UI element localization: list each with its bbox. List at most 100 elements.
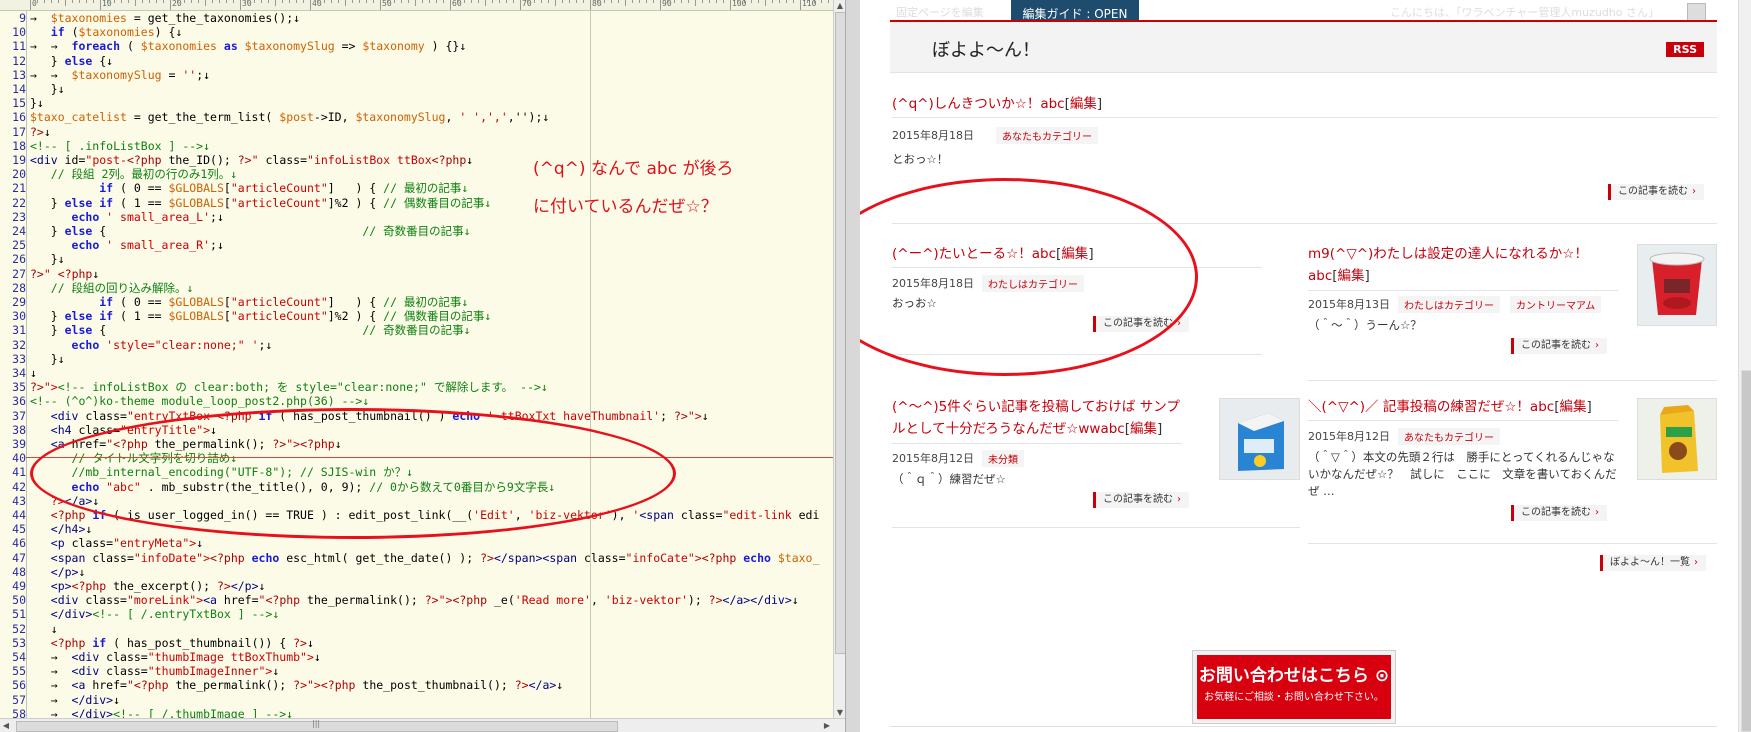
- scrollbar-thumb[interactable]: [1741, 370, 1751, 732]
- scroll-left-arrow-icon[interactable]: ◀: [0, 719, 12, 732]
- code-line[interactable]: 36 <!-- (^o^)ko-theme module_loop_post2.p…: [0, 394, 833, 408]
- code-line[interactable]: 35 ?>"><!-- infoListBox の clear:both; を s…: [0, 380, 833, 394]
- ruler-tick: [604, 0, 605, 3]
- code-line[interactable]: 47 <span class="infoDate"><?php echo esc…: [0, 551, 833, 565]
- code-line[interactable]: 30 } else if ( 1 == $GLOBALS["articleCou…: [0, 309, 833, 323]
- post-thumbnail-jelly-cup[interactable]: [1637, 244, 1717, 326]
- code-line[interactable]: 11 → → foreach ( $taxonomies as $taxonomy…: [0, 39, 833, 53]
- code-line[interactable]: 34 ↓: [0, 366, 833, 380]
- read-more-button[interactable]: この記事を読む ›: [1093, 492, 1189, 508]
- code-line[interactable]: 24 } else { // 奇数番目の記事↓: [0, 224, 833, 238]
- chevron-right-icon: ›: [1595, 507, 1599, 518]
- code-token: ,: [590, 593, 605, 608]
- category-badge[interactable]: カントリーマアム: [1510, 296, 1602, 313]
- code-line[interactable]: 28 // 段組の回り込み解除。↓: [0, 281, 833, 295]
- ruler-tick: [380, 0, 381, 10]
- view-all-link[interactable]: ぼよよ〜ん！一覧 ›: [1600, 555, 1706, 571]
- code-line[interactable]: 26 }↓: [0, 252, 833, 266]
- code-line[interactable]: 29 if ( 0 == $GLOBALS["articleCount"] ) …: [0, 295, 833, 309]
- code-line[interactable]: 50 <div class="moreLink"><a href="<?php …: [0, 593, 833, 607]
- scroll-right-arrow-icon[interactable]: ▶: [821, 719, 833, 732]
- ruler-tick: [401, 0, 402, 3]
- line-number: 39: [12, 437, 26, 451]
- code-token: ] ) {: [327, 295, 384, 309]
- ruler-tick: [576, 0, 577, 3]
- code-token: ' small_area_R': [99, 238, 211, 253]
- code-line[interactable]: 25 echo ' small_area_R';↓: [0, 238, 833, 252]
- code-area[interactable]: 9 → $taxonomies = get_the_taxonomies();↓ 1…: [0, 10, 833, 718]
- edit-link[interactable]: 編集: [1070, 96, 1097, 112]
- code-line[interactable]: 33 }↓: [0, 352, 833, 366]
- post-thumbnail-cookie-box[interactable]: [1637, 398, 1717, 480]
- scrollbar-thumb[interactable]: [835, 12, 845, 654]
- pane-splitter[interactable]: [845, 0, 861, 732]
- code-line[interactable]: 12 } else {↓: [0, 54, 833, 68]
- edit-link[interactable]: 編集: [1559, 399, 1586, 415]
- browser-vertical-scrollbar[interactable]: [1738, 0, 1751, 732]
- code-line[interactable]: 58 → </div><!-- [ /.thumbImage ] -->↓: [0, 707, 833, 718]
- ruler-tick: [779, 0, 780, 3]
- code-line[interactable]: 10 if ($taxonomies) {↓: [0, 25, 833, 39]
- category-badge[interactable]: わたしはカテゴリー: [1398, 296, 1500, 313]
- code-text: } else if ( 1 == $GLOBALS["articleCount"…: [30, 309, 492, 323]
- code-line[interactable]: 52 ↓: [0, 622, 833, 636]
- scroll-up-arrow-icon[interactable]: ▲: [834, 0, 845, 11]
- edit-page-link[interactable]: 固定ページを編集: [896, 4, 984, 20]
- ruler-tick: [135, 0, 136, 6]
- code-line[interactable]: 54 → <div class="thumbImage ttBoxThumb">…: [0, 650, 833, 664]
- code-editor-pane[interactable]: 0102030405060708090100110120 9→ $taxonom…: [0, 0, 845, 732]
- post-title-link[interactable]: (^q^)しんきついか☆！abc: [892, 96, 1065, 112]
- code-token: }↓: [30, 252, 65, 267]
- post-title-link[interactable]: ＼(^▽^)／ 記事投稿の練習だぜ☆！abc: [1308, 399, 1554, 415]
- contact-button[interactable]: お問い合わせはこちら ⊙ お気軽にご相談・お問い合わせ下さい。: [1192, 650, 1396, 724]
- category-badge[interactable]: あなたもカテゴリー: [996, 127, 1098, 144]
- code-line[interactable]: 27 ?>" <?php↓: [0, 267, 833, 281]
- category-badge[interactable]: 未分類: [982, 450, 1024, 467]
- read-more-button[interactable]: この記事を読む ›: [1511, 505, 1607, 521]
- code-line[interactable]: 57 → </div>↓: [0, 693, 833, 707]
- editor-vertical-scrollbar[interactable]: ▲ ▼: [833, 0, 845, 718]
- rss-button[interactable]: RSS: [1666, 42, 1704, 57]
- read-more-button[interactable]: この記事を読む ›: [1608, 184, 1704, 200]
- greeting-text[interactable]: こんにちは、「ワラベンチャー管理人muzudho さん」: [1390, 4, 1659, 20]
- post-thumbnail-snack-box[interactable]: [1219, 398, 1300, 480]
- code-line[interactable]: 31 } else { // 奇数番目の記事↓: [0, 323, 833, 337]
- code-line[interactable]: 17 ?>↓: [0, 125, 833, 139]
- category-badge[interactable]: あなたもカテゴリー: [1398, 428, 1500, 445]
- code-line[interactable]: 53 <?php if ( has_post_thumbnail()) { ?>…: [0, 636, 833, 650]
- code-token: <p: [50, 536, 65, 551]
- ruler-tick: [254, 0, 255, 3]
- code-line[interactable]: 55 → <div class="thumbImageInner">↓: [0, 664, 833, 678]
- code-line[interactable]: 9 → $taxonomies = get_the_taxonomies();↓: [0, 11, 833, 25]
- code-line[interactable]: 13 → → $taxonomySlug = '';↓: [0, 68, 833, 82]
- line-number: 22: [12, 195, 26, 210]
- edit-link[interactable]: 編集: [1338, 268, 1365, 284]
- code-line[interactable]: 14 }↓: [0, 82, 833, 96]
- editor-horizontal-scrollbar[interactable]: ◀ ||| ▶: [0, 718, 845, 732]
- code-line[interactable]: 49 <p><?php the_excerpt(); ?></p>↓: [0, 579, 833, 593]
- code-line[interactable]: 15}↓: [0, 96, 833, 110]
- code-token: "edit-link: [722, 508, 792, 522]
- code-token: ↓: [272, 664, 280, 679]
- line-number: 24: [12, 224, 26, 238]
- ruler-tick: [765, 0, 766, 6]
- code-line[interactable]: 48 </p>↓: [0, 565, 833, 579]
- code-token: ": [251, 153, 259, 167]
- code-text: } else {↓: [30, 54, 113, 68]
- scroll-down-arrow-icon[interactable]: ▼: [834, 707, 845, 718]
- edit-link[interactable]: 編集: [1130, 421, 1157, 437]
- read-more-button[interactable]: この記事を読む ›: [1511, 338, 1607, 354]
- line-number: 56: [12, 678, 26, 693]
- code-line[interactable]: 16 $taxo_catelist = get_the_term_list( $p…: [0, 110, 833, 124]
- code-line[interactable]: 51 </div><!-- [ /.entryTxtBox ] -->↓: [0, 607, 833, 621]
- code-line[interactable]: 32 echo 'style="clear:none;" ';↓: [0, 338, 833, 352]
- ruler-tick: [100, 0, 101, 10]
- code-line[interactable]: 56 → <a href="<?php the_permalink(); ?>"…: [0, 678, 833, 692]
- code-token: the_ID();: [161, 153, 238, 167]
- code-token: <!-- [ /.thumbImage ] -->↓: [113, 706, 294, 718]
- code-token: edi: [791, 508, 820, 522]
- code-line[interactable]: 46 <p class="entryMeta">↓: [0, 536, 833, 550]
- read-more-label: この記事を読む: [1521, 340, 1591, 351]
